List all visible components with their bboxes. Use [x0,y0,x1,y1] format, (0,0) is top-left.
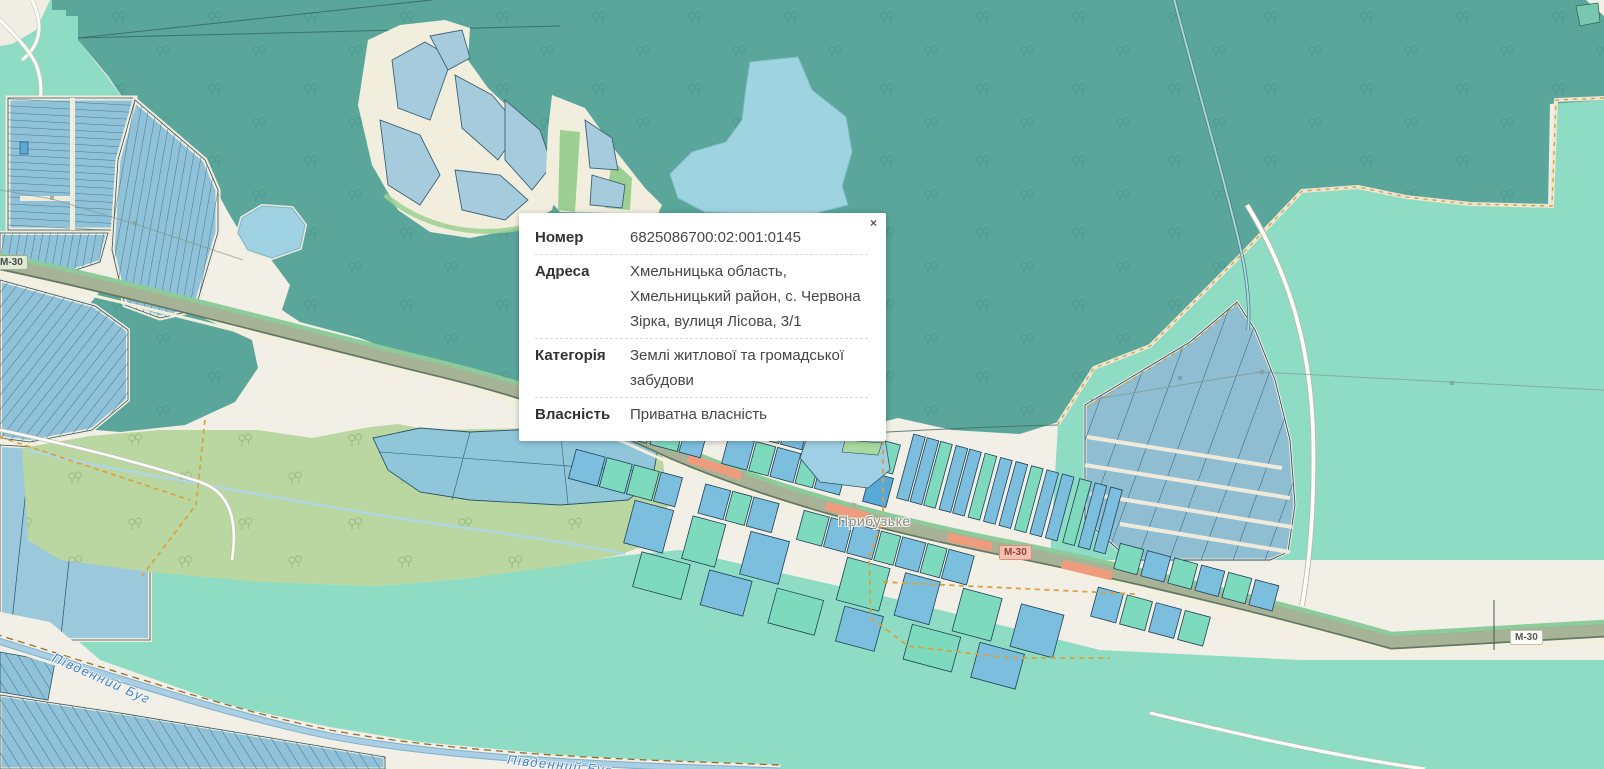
popup-close-button[interactable]: × [870,217,877,229]
popup-row-category: Категорія Землі житлової та громадської … [535,339,868,398]
popup-row-ownership: Власність Приватна власність [535,398,868,431]
popup-value-category: Землі житлової та громадської забудови [630,343,868,393]
popup-label-address: Адреса [535,259,630,334]
popup-row-address: Адреса Хмельницька область, Хмельницький… [535,255,868,339]
cadastral-map-screen: М-30 М-30 М-30 Прибузьке Південний Буг П… [0,0,1604,769]
small-pond [238,206,305,258]
parcel-info-popup: × Номер 6825086700:02:001:0145 Адреса Хм… [519,213,886,441]
popup-label-ownership: Власність [535,402,630,427]
popup-value-number: 6825086700:02:001:0145 [630,225,868,250]
popup-value-ownership: Приватна власність [630,402,868,427]
popup-label-category: Категорія [535,343,630,393]
popup-row-number: Номер 6825086700:02:001:0145 [535,221,868,255]
popup-value-address: Хмельницька область, Хмельницький район,… [630,259,868,334]
popup-label-number: Номер [535,225,630,250]
